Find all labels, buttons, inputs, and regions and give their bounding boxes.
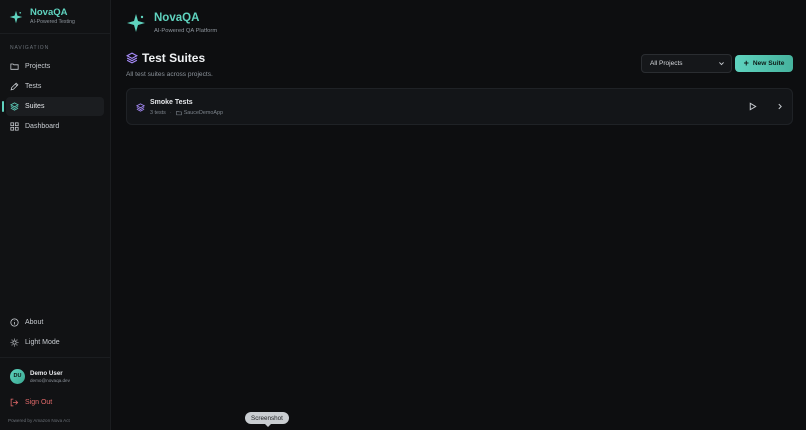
page-header: Test Suites All test suites across proje… <box>126 51 213 78</box>
light-mode-toggle[interactable]: Light Mode <box>6 333 104 352</box>
new-suite-button[interactable]: + New Suite <box>735 55 793 72</box>
main-content: NovaQA AI-Powered QA Platform Test Suite… <box>111 0 806 430</box>
layers-icon <box>136 103 145 112</box>
avatar: DU <box>10 368 25 384</box>
sign-out-button[interactable]: Sign Out <box>10 395 110 409</box>
sidebar-item-label: Suites <box>25 103 45 110</box>
folder-icon <box>10 63 19 70</box>
pencil-icon <box>10 82 19 91</box>
sun-icon <box>10 338 19 347</box>
brand-tagline: AI-Powered Testing <box>30 19 75 26</box>
nav-heading: NAVIGATION <box>10 45 50 51</box>
sidebar-item-label: Dashboard <box>25 123 60 130</box>
sidebar-item-label: Projects <box>25 63 51 70</box>
sidebar-item-projects[interactable]: Projects <box>6 57 104 76</box>
suite-test-count: 3 tests <box>150 110 166 116</box>
header-brand-name: NovaQA <box>154 12 200 24</box>
sparkle-logo-icon <box>127 14 145 33</box>
powered-by: Powered by Amazon Nova Act <box>8 418 70 423</box>
suite-project: SauceDemoApp <box>183 110 223 116</box>
layers-icon <box>126 52 138 64</box>
sidebar-bottom: About Light Mode DU Demo User demo@novaq… <box>0 313 110 409</box>
plus-icon: + <box>743 58 749 68</box>
about-label: About <box>25 319 44 326</box>
separator-dot: · <box>169 110 172 116</box>
sidebar-item-about[interactable]: About <box>6 313 104 332</box>
light-mode-label: Light Mode <box>25 339 60 346</box>
user-email: demo@novaqa.dev <box>30 377 70 383</box>
header-brand-sub: AI-Powered QA Platform <box>154 27 218 34</box>
sparkle-logo-icon <box>9 10 23 23</box>
brand-name: NovaQA <box>30 6 68 18</box>
sidebar-item-label: Tests <box>25 83 42 90</box>
suite-card[interactable]: Smoke Tests 3 tests · SauceDemoApp <box>126 88 793 125</box>
project-filter-value: All Projects <box>650 60 683 67</box>
sidebar-item-suites[interactable]: Suites <box>2 97 104 116</box>
info-icon <box>10 318 19 327</box>
grid-icon <box>10 122 19 131</box>
new-suite-label: New Suite <box>752 60 785 67</box>
suite-name: Smoke Tests <box>150 99 193 106</box>
sidebar: NovaQA AI-Powered Testing NAVIGATION Pro… <box>0 0 111 430</box>
page-title: Test Suites <box>142 51 206 65</box>
user-profile[interactable]: DU Demo User demo@novaqa.dev <box>0 363 110 389</box>
screenshot-tooltip: Screenshot <box>245 412 289 427</box>
chevron-down-icon <box>719 62 724 66</box>
sidebar-item-tests[interactable]: Tests <box>6 77 104 96</box>
logout-icon <box>10 398 19 406</box>
nav-list: Projects Tests Suites Dashboard <box>0 57 110 136</box>
header-brand: NovaQA AI-Powered QA Platform <box>126 12 218 34</box>
play-icon[interactable] <box>748 102 757 111</box>
page-subtitle: All test suites across projects. <box>126 71 213 78</box>
layers-icon <box>10 102 19 111</box>
divider <box>0 357 110 358</box>
app-window: NovaQA AI-Powered Testing NAVIGATION Pro… <box>0 0 806 430</box>
sidebar-item-dashboard[interactable]: Dashboard <box>6 117 104 136</box>
project-filter-select[interactable]: All Projects <box>641 54 732 73</box>
chevron-right-icon[interactable] <box>776 102 784 111</box>
sidebar-brand[interactable]: NovaQA AI-Powered Testing <box>0 0 110 34</box>
folder-icon <box>175 111 182 116</box>
sign-out-label: Sign Out <box>25 398 53 406</box>
suite-meta: 3 tests · SauceDemoApp <box>150 110 223 116</box>
user-name: Demo User <box>30 369 63 377</box>
